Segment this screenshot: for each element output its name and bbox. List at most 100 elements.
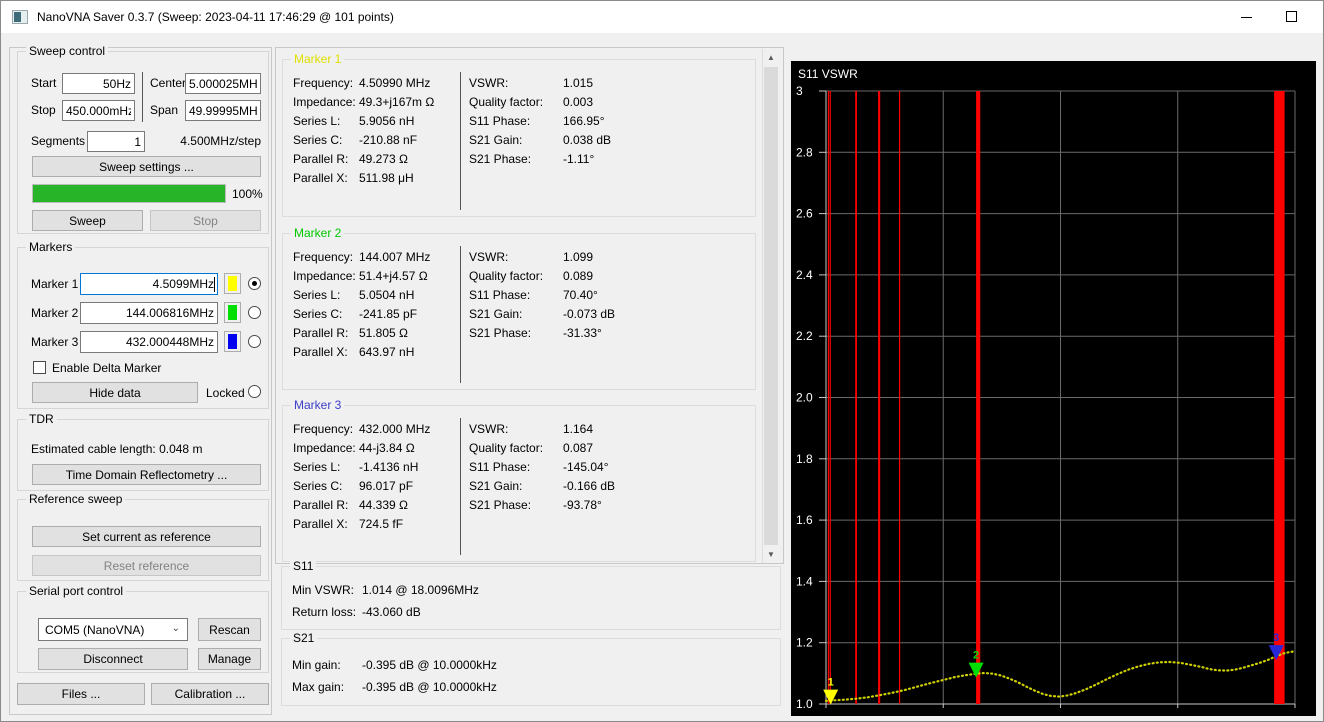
chart-title: S11 VSWR [798, 67, 858, 81]
marker-2-color-swatch[interactable] [224, 302, 241, 323]
field-label: Parallel X: [293, 345, 348, 359]
titlebar: NanoVNA Saver 0.3.7 (Sweep: 2023-04-11 1… [1, 1, 1323, 33]
marker-3-details-panel: Marker 3 Frequency: 432.000 MHz Impedance… [282, 398, 756, 562]
panel-divider [460, 246, 461, 383]
field-label: S21 Phase: [469, 326, 532, 340]
sweep-divider [142, 72, 143, 122]
field-value: 144.007 MHz [359, 250, 431, 264]
field-value: 96.017 pF [359, 479, 414, 493]
serial-port-dropdown[interactable]: COM5 (NanoVNA) ⌄ [38, 618, 188, 641]
step-info: 4.500MHz/step [180, 134, 261, 148]
maximize-button[interactable] [1269, 1, 1315, 33]
marker-triangle[interactable] [823, 689, 839, 705]
marker-3-select-radio[interactable] [248, 335, 261, 348]
marker-1-details-panel: Marker 1 Frequency: 4.50990 MHz Impedance… [282, 52, 756, 217]
field-label: Parallel R: [293, 152, 349, 166]
field-value: 0.089 [563, 269, 594, 283]
start-input[interactable] [62, 73, 135, 94]
marker-2-select-radio[interactable] [248, 306, 261, 319]
marker-3-details-title: Marker 3 [291, 398, 345, 412]
tdr-button[interactable]: Time Domain Reflectometry ... [32, 464, 261, 485]
field-value: 0.038 dB [563, 133, 612, 147]
field-value: 4.50990 MHz [359, 76, 431, 90]
vertical-scrollbar[interactable]: ▲ ▼ [762, 49, 779, 563]
marker-3-input[interactable] [80, 331, 218, 353]
scroll-up-icon[interactable]: ▲ [763, 49, 779, 66]
marker-2-input[interactable] [80, 302, 218, 324]
s11-info-title: S11 [290, 559, 317, 573]
field-label: VSWR: [469, 76, 509, 90]
set-reference-button[interactable]: Set current as reference [32, 526, 261, 547]
enable-delta-marker-checkbox[interactable] [33, 361, 46, 374]
marker-2-left-fields: Frequency: 144.007 MHz Impedance: 51.4+j4.… [293, 248, 430, 362]
field-label: Series C: [293, 133, 343, 147]
locked-label: Locked [206, 386, 245, 400]
panel-divider [460, 418, 461, 555]
field-value: 44.339 Ω [359, 498, 409, 512]
y-tick-label: 3 [796, 84, 803, 98]
scroll-down-icon[interactable]: ▼ [763, 546, 779, 563]
s21-info-group: S21 Min gain: -0.395 dB @ 10.0000kHz Max … [281, 631, 781, 706]
span-input[interactable] [185, 100, 261, 121]
calibration-button[interactable]: Calibration ... [151, 683, 269, 705]
marker-1-details-title: Marker 1 [291, 52, 345, 66]
marker-1-input[interactable] [80, 273, 218, 295]
manage-button[interactable]: Manage [198, 648, 261, 670]
locked-radio[interactable] [248, 385, 261, 398]
marker-3-left-fields: Frequency: 432.000 MHz Impedance: 44-j3.84… [293, 420, 430, 534]
center-input[interactable] [185, 73, 261, 94]
marker-3-color-swatch[interactable] [224, 331, 241, 352]
scrollbar-thumb[interactable] [764, 67, 778, 545]
field-label: Series L: [293, 288, 341, 302]
enable-delta-marker-label: Enable Delta Marker [52, 361, 162, 375]
field-value: 51.805 Ω [359, 326, 409, 340]
marker-number-label: 3 [1273, 632, 1279, 644]
marker-1-color-swatch[interactable] [224, 273, 241, 294]
field-label: S11 Phase: [469, 460, 531, 474]
field-label: Parallel X: [293, 171, 348, 185]
field-value: 1.164 [563, 422, 594, 436]
minimize-icon [1241, 17, 1252, 18]
files-button[interactable]: Files ... [17, 683, 145, 705]
field-label: Series L: [293, 114, 341, 128]
frequency-band-line [1274, 91, 1285, 704]
field-value: 166.95° [563, 114, 605, 128]
minimize-button[interactable] [1223, 1, 1269, 33]
stop-input[interactable] [62, 100, 135, 121]
app-window: NanoVNA Saver 0.3.7 (Sweep: 2023-04-11 1… [0, 0, 1324, 722]
field-value: -0.073 dB [563, 307, 616, 321]
text-caret [214, 277, 215, 292]
maximize-icon [1286, 11, 1297, 22]
field-value: 70.40° [563, 288, 598, 302]
vswr-chart-svg: S11 VSWR 3 2.8 2.6 2.4 2.2 2.0 1.8 1.6 1.4 1.2 1.0 1… [796, 67, 1297, 711]
segments-input[interactable] [87, 131, 145, 152]
field-label: Min VSWR: [292, 583, 355, 597]
marker-1-select-radio[interactable] [248, 277, 261, 290]
field-label: Frequency: [293, 250, 354, 264]
field-value: 0.003 [563, 95, 594, 109]
field-value: 511.98 μH [359, 171, 414, 185]
rescan-button[interactable]: Rescan [198, 618, 261, 641]
field-value: 51.4+j4.57 Ω [359, 269, 428, 283]
hide-data-button[interactable]: Hide data [32, 382, 198, 403]
stop-button: Stop [150, 210, 261, 231]
field-label: Parallel R: [293, 498, 349, 512]
field-value: -241.85 pF [359, 307, 418, 321]
sweep-settings-button[interactable]: Sweep settings ... [32, 156, 261, 177]
field-label: Frequency: [293, 76, 354, 90]
field-label: Impedance: [293, 269, 356, 283]
field-value: 0.087 [563, 441, 594, 455]
field-label: S21 Gain: [469, 133, 523, 147]
s11-vswr-chart[interactable]: S11 VSWR 3 2.8 2.6 2.4 2.2 2.0 1.8 1.6 1.4 1.2 1.0 1… [791, 61, 1316, 716]
field-value: -0.395 dB @ 10.0000kHz [362, 658, 497, 672]
marker-2-label: Marker 2 [31, 306, 79, 320]
y-tick-label: 2.4 [796, 268, 813, 282]
field-value: 1.014 @ 18.0096MHz [362, 583, 479, 597]
field-value: -31.33° [563, 326, 602, 340]
sweep-button[interactable]: Sweep [32, 210, 143, 231]
y-tick-label: 2.6 [796, 207, 813, 221]
field-value: -145.04° [563, 460, 609, 474]
app-icon [12, 10, 28, 24]
panel-divider [460, 72, 461, 210]
disconnect-button[interactable]: Disconnect [38, 648, 188, 670]
